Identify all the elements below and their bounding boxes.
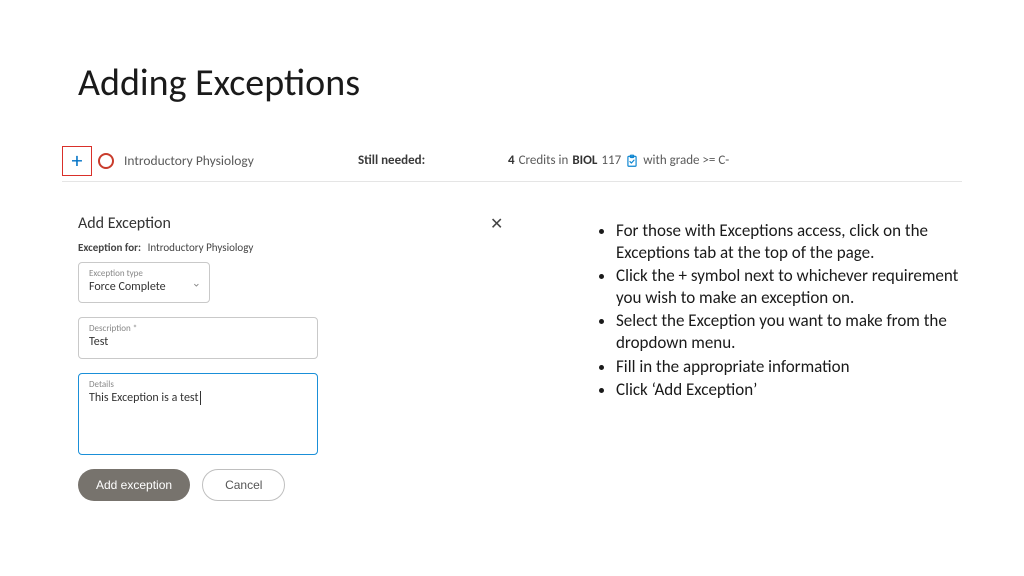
exception-type-value: Force Complete <box>89 280 181 294</box>
list-item: For those with Exceptions access, click … <box>616 220 976 264</box>
requirement-course-name: Introductory Physiology <box>124 152 254 169</box>
form-heading: Add Exception <box>78 214 418 233</box>
course-number: 117 <box>601 153 621 168</box>
still-needed-label: Still needed: <box>358 153 425 168</box>
credits-word: Credits in <box>519 153 569 168</box>
close-icon[interactable]: ✕ <box>490 214 503 234</box>
list-item: Click ‘Add Exception’ <box>616 379 976 401</box>
subject-code: BIOL <box>572 153 597 168</box>
exception-for-line: Exception for: Introductory Physiology <box>78 241 418 254</box>
list-item: Click the + symbol next to whichever req… <box>616 265 976 309</box>
description-value: Test <box>89 335 307 349</box>
add-exception-button[interactable]: Add exception <box>78 469 190 501</box>
exception-for-value: Introductory Physiology <box>148 241 254 254</box>
exception-type-select[interactable]: Exception type Force Complete ⌄ <box>78 262 210 303</box>
credits-number: 4 <box>508 153 515 168</box>
requirement-row: + Introductory Physiology Still needed: … <box>62 140 962 182</box>
add-exception-plus-button[interactable]: + <box>62 146 92 176</box>
clipboard-check-icon[interactable] <box>625 154 639 168</box>
instructions-list: For those with Exceptions access, click … <box>596 220 976 401</box>
list-item: Fill in the appropriate information <box>616 356 976 378</box>
description-input[interactable]: Description * Test <box>78 317 318 358</box>
grade-text: with grade >= C- <box>643 153 729 168</box>
exception-type-label: Exception type <box>89 269 181 278</box>
list-item: Select the Exception you want to make fr… <box>616 310 976 354</box>
plus-icon: + <box>72 147 83 174</box>
cancel-button[interactable]: Cancel <box>202 469 285 501</box>
instructions-panel: For those with Exceptions access, click … <box>596 220 976 402</box>
details-value: This Exception is a test <box>89 391 307 405</box>
description-label: Description * <box>89 324 307 333</box>
slide-title: Adding Exceptions <box>78 60 360 106</box>
chevron-down-icon: ⌄ <box>192 276 201 289</box>
form-button-row: Add exception Cancel <box>78 469 418 501</box>
details-label: Details <box>89 380 307 389</box>
exception-for-label: Exception for: <box>78 241 141 254</box>
credits-text: 4 Credits in BIOL 117 with grade >= C- <box>508 153 729 168</box>
status-open-icon <box>98 153 114 169</box>
add-exception-form: Add Exception Exception for: Introductor… <box>78 214 418 501</box>
details-textarea[interactable]: Details This Exception is a test <box>78 373 318 455</box>
